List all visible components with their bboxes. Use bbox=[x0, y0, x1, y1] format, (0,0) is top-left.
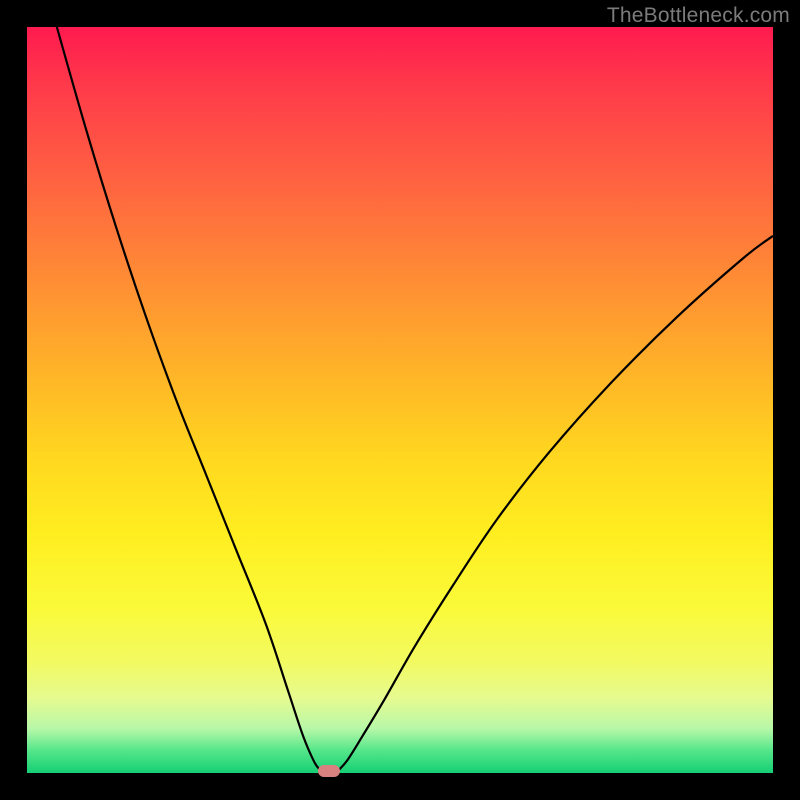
curve-left bbox=[57, 27, 320, 770]
minimum-marker bbox=[318, 765, 340, 777]
bottleneck-curve bbox=[27, 27, 773, 773]
chart-frame: TheBottleneck.com bbox=[0, 0, 800, 800]
plot-area bbox=[27, 27, 773, 773]
watermark-text: TheBottleneck.com bbox=[607, 4, 790, 28]
curve-right bbox=[339, 236, 773, 770]
